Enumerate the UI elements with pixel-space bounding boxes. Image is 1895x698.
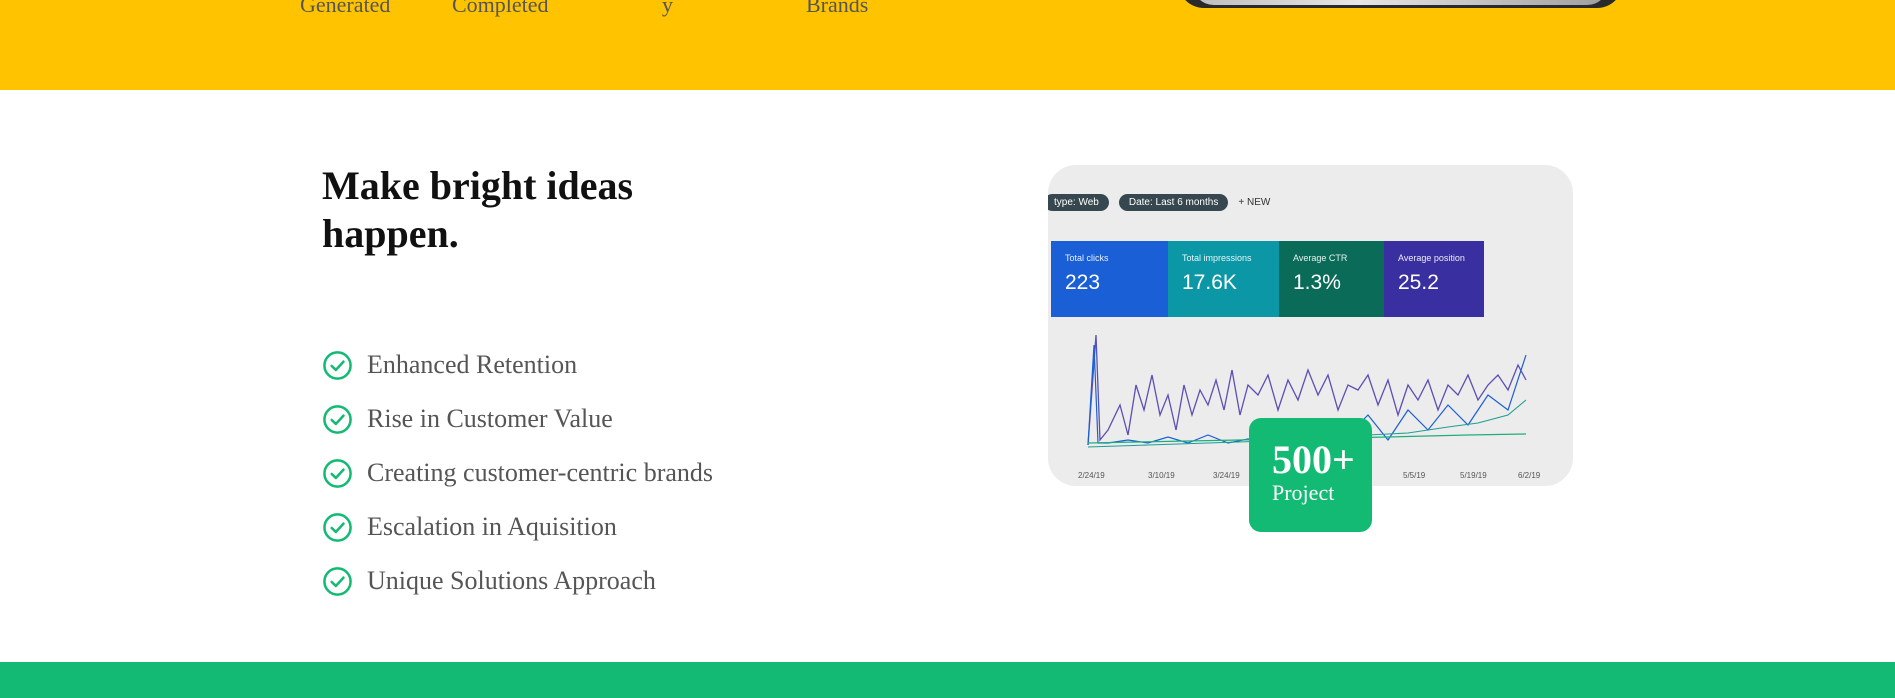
metric-card-position: Average position 25.2: [1384, 241, 1484, 317]
stat-label-brands: Brands: [806, 0, 869, 17]
metric-value: 223: [1065, 271, 1101, 294]
stat-label-completed: Completed: [452, 0, 549, 17]
feature-text: Escalation in Aquisition: [367, 512, 617, 541]
date-tick: 3/24/19: [1213, 471, 1240, 480]
metric-label: Average position: [1398, 253, 1465, 263]
feature-item: Rise in Customer Value: [322, 392, 713, 446]
feature-text: Enhanced Retention: [367, 350, 578, 379]
date-tick: 3/10/19: [1148, 471, 1175, 480]
stat-label-partial: y: [662, 0, 673, 17]
feature-list: Enhanced Retention Rise in Customer Valu…: [322, 338, 713, 608]
section-heading: Make bright ideas happen.: [322, 163, 634, 256]
date-tick: 5/19/19: [1460, 471, 1487, 480]
stats-band: Generated Completed y Brands: [0, 0, 1895, 90]
check-circle-icon: [323, 404, 352, 434]
check-circle-icon: [323, 566, 352, 596]
metric-label: Average CTR: [1293, 253, 1348, 263]
new-label-text: NEW: [1246, 196, 1271, 208]
metric-cards: Total clicks 223 Total impressions 17.6K…: [1051, 241, 1484, 317]
project-count-label: Project: [1272, 480, 1335, 505]
metric-card-clicks: Total clicks 223: [1051, 241, 1168, 317]
feature-item: Escalation in Aquisition: [322, 500, 713, 554]
project-count: 500+: [1272, 437, 1355, 482]
metric-label: Total impressions: [1182, 253, 1252, 263]
metric-card-ctr: Average CTR 1.3%: [1279, 241, 1384, 317]
project-count-badge: 500+ Project: [1249, 418, 1372, 532]
date-tick: 6/2/19: [1518, 471, 1541, 480]
feature-text: Rise in Customer Value: [367, 404, 613, 433]
feature-item: Unique Solutions Approach: [322, 554, 713, 608]
check-circle-icon: [323, 512, 352, 542]
metric-value: 1.3%: [1293, 271, 1341, 294]
metric-label: Total clicks: [1065, 253, 1109, 263]
check-circle-icon: [323, 350, 352, 380]
metric-card-impressions: Total impressions 17.6K: [1168, 241, 1279, 317]
stat-label-generated: Generated: [300, 0, 391, 17]
stats-photo: [1178, 0, 1623, 8]
date-tick: 5/5/19: [1403, 471, 1426, 480]
feature-text: Unique Solutions Approach: [367, 566, 656, 595]
feature-text: Creating customer-centric brands: [367, 458, 714, 487]
metric-value: 17.6K: [1182, 271, 1237, 294]
feature-item: Enhanced Retention: [322, 338, 713, 392]
filter-bar: type: Web Date: Last 6 months + NEW: [1048, 191, 1270, 213]
feature-item: Creating customer-centric brands: [322, 446, 713, 500]
new-filter-label: + NEW: [1238, 197, 1270, 208]
footer-band: [0, 662, 1895, 698]
date-tick: 2/24/19: [1078, 471, 1105, 480]
plus-icon: +: [1238, 196, 1247, 208]
filter-chip-date: Date: Last 6 months: [1118, 193, 1229, 211]
metric-value: 25.2: [1398, 271, 1439, 294]
filter-chip-type: type: Web: [1048, 193, 1109, 211]
check-circle-icon: [323, 458, 352, 488]
